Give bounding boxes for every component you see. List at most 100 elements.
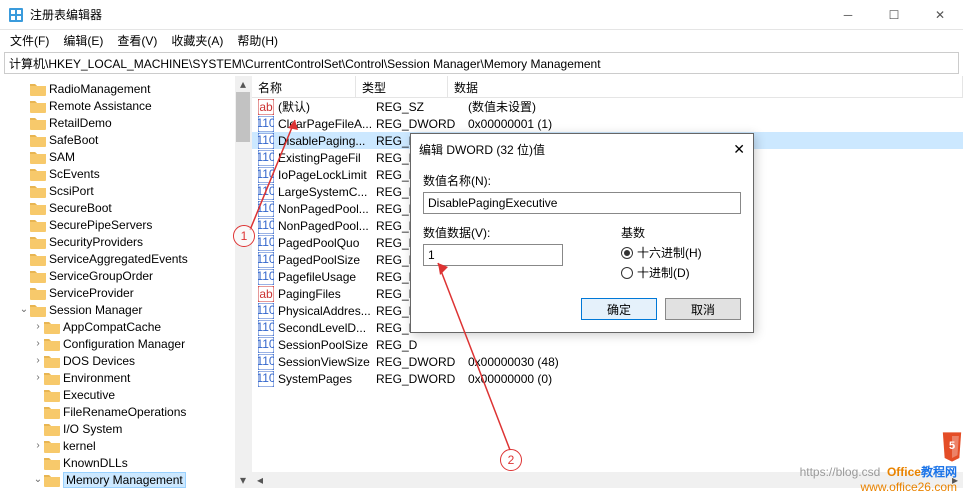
tree-label: RadioManagement: [49, 82, 150, 96]
tree-node[interactable]: KnownDLLs: [0, 454, 251, 471]
value-name-field[interactable]: [423, 192, 741, 214]
menu-help[interactable]: 帮助(H): [231, 30, 284, 51]
tree-node[interactable]: RetailDemo: [0, 114, 251, 131]
folder-icon: [30, 184, 46, 198]
tree-node[interactable]: ScsiPort: [0, 182, 251, 199]
tree-label: AppCompatCache: [63, 320, 161, 334]
tree-scrollbar[interactable]: ▴▾: [235, 76, 251, 488]
tree-node[interactable]: ›Environment: [0, 369, 251, 386]
address-text: 计算机\HKEY_LOCAL_MACHINE\SYSTEM\CurrentCon…: [9, 55, 601, 72]
svg-text:110: 110: [258, 167, 274, 181]
value-type-icon: 110: [258, 116, 274, 132]
svg-text:110: 110: [258, 150, 274, 164]
svg-text:110: 110: [258, 320, 274, 334]
value-type-icon: 110: [258, 235, 274, 251]
radio-dec[interactable]: 十进制(D): [621, 264, 741, 281]
value-row[interactable]: 110SessionViewSizeREG_DWORD0x00000030 (4…: [252, 353, 963, 370]
minimize-button[interactable]: ─: [825, 0, 871, 30]
close-button[interactable]: ✕: [917, 0, 963, 30]
folder-icon: [30, 82, 46, 96]
tree-node[interactable]: FileRenameOperations: [0, 403, 251, 420]
expand-icon[interactable]: ›: [32, 440, 44, 451]
col-name[interactable]: 名称: [252, 76, 356, 97]
tree-node[interactable]: RadioManagement: [0, 80, 251, 97]
radio-hex[interactable]: 十六进制(H): [621, 244, 741, 261]
tree-node[interactable]: ⌄Session Manager: [0, 301, 251, 318]
col-data[interactable]: 数据: [448, 76, 963, 97]
folder-icon: [30, 116, 46, 130]
menu-file[interactable]: 文件(F): [4, 30, 55, 51]
tree-node[interactable]: ScEvents: [0, 165, 251, 182]
value-type-icon: 110: [258, 150, 274, 166]
folder-icon: [44, 473, 60, 487]
folder-icon: [44, 405, 60, 419]
tree-label: Memory Management: [63, 472, 186, 488]
tree-node[interactable]: ›Configuration Manager: [0, 335, 251, 352]
svg-text:110: 110: [258, 201, 274, 215]
value-row[interactable]: 110ClearPageFileA...REG_DWORD0x00000001 …: [252, 115, 963, 132]
expand-icon[interactable]: ›: [32, 355, 44, 366]
expand-icon[interactable]: ›: [32, 372, 44, 383]
tree-node[interactable]: SAM: [0, 148, 251, 165]
tree-node[interactable]: SecureBoot: [0, 199, 251, 216]
value-type-icon: 110: [258, 303, 274, 319]
value-row[interactable]: 110SystemPagesREG_DWORD0x00000000 (0): [252, 370, 963, 387]
tree-node[interactable]: Executive: [0, 386, 251, 403]
value-name: PagingFiles: [278, 287, 376, 301]
tree-panel: RadioManagementRemote AssistanceRetailDe…: [0, 76, 252, 488]
value-data-field[interactable]: [423, 244, 563, 266]
tree-label: DOS Devices: [63, 354, 135, 368]
cancel-button[interactable]: 取消: [665, 298, 741, 320]
tree-node[interactable]: ServiceProvider: [0, 284, 251, 301]
svg-text:110: 110: [258, 235, 274, 249]
svg-text:110: 110: [258, 218, 274, 232]
value-name: SystemPages: [278, 372, 376, 386]
menu-edit[interactable]: 编辑(E): [57, 30, 109, 51]
tree-node[interactable]: ServiceAggregatedEvents: [0, 250, 251, 267]
expand-icon[interactable]: ›: [32, 338, 44, 349]
expand-icon[interactable]: ⌄: [18, 304, 30, 315]
value-name: DisablePaging...: [278, 134, 376, 148]
menu-view[interactable]: 查看(V): [111, 30, 163, 51]
dialog-title: 编辑 DWORD (32 位)值: [419, 141, 715, 158]
tree-node[interactable]: SecurePipeServers: [0, 216, 251, 233]
tree-node[interactable]: I/O System: [0, 420, 251, 437]
ok-button[interactable]: 确定: [581, 298, 657, 320]
dialog-close-button[interactable]: ✕: [715, 141, 745, 158]
value-name: SessionPoolSize: [278, 338, 376, 352]
value-name: NonPagedPool...: [278, 219, 376, 233]
value-type: REG_DWORD: [376, 117, 468, 131]
value-data: (数值未设置): [468, 98, 963, 115]
tree-node[interactable]: › AppCompatCache: [0, 318, 251, 335]
tree-node[interactable]: ›kernel: [0, 437, 251, 454]
tree-node[interactable]: SecurityProviders: [0, 233, 251, 250]
value-name: PhysicalAddres...: [278, 304, 376, 318]
value-type: REG_D: [376, 338, 468, 352]
tree-node[interactable]: ⌄ Memory Management: [0, 471, 251, 488]
value-row[interactable]: ab(默认)REG_SZ(数值未设置): [252, 98, 963, 115]
address-bar[interactable]: 计算机\HKEY_LOCAL_MACHINE\SYSTEM\CurrentCon…: [4, 52, 959, 74]
value-name: ClearPageFileA...: [278, 117, 376, 131]
value-type: REG_SZ: [376, 100, 468, 114]
value-row[interactable]: 110SessionPoolSizeREG_D: [252, 336, 963, 353]
folder-icon: [44, 371, 60, 385]
svg-text:110: 110: [258, 269, 274, 283]
expand-icon[interactable]: ⌄: [32, 474, 44, 485]
tree-label: FileRenameOperations: [63, 405, 186, 419]
folder-icon: [44, 337, 60, 351]
folder-icon: [44, 320, 60, 334]
tree-node[interactable]: ServiceGroupOrder: [0, 267, 251, 284]
col-type[interactable]: 类型: [356, 76, 448, 97]
value-type-icon: 110: [258, 252, 274, 268]
tree-node[interactable]: SafeBoot: [0, 131, 251, 148]
annotation-2: 2: [500, 449, 522, 471]
tree-node[interactable]: Remote Assistance: [0, 97, 251, 114]
expand-icon[interactable]: ›: [32, 321, 44, 332]
value-type-icon: 110: [258, 354, 274, 370]
svg-text:110: 110: [258, 252, 274, 266]
tree-node[interactable]: › DOS Devices: [0, 352, 251, 369]
svg-text:110: 110: [258, 133, 274, 147]
menu-favorites[interactable]: 收藏夹(A): [165, 30, 229, 51]
svg-text:110: 110: [258, 354, 274, 368]
maximize-button[interactable]: ☐: [871, 0, 917, 30]
